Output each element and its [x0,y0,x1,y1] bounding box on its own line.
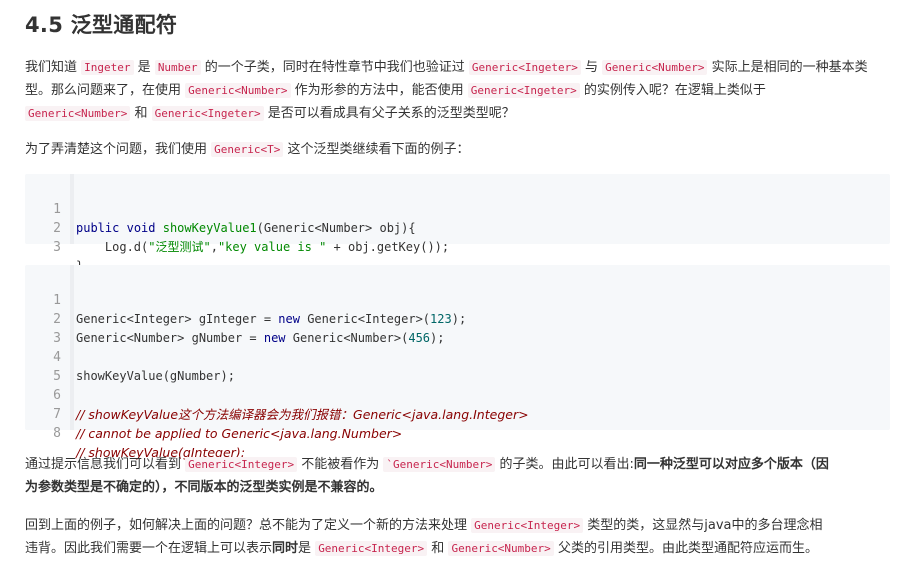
code-text: , [210,240,218,254]
code-line: 8 // showKeyValue(gInteger); [25,405,890,460]
inline-code: Generic<Ingeter> [468,60,581,75]
inline-code: Generic<T> [211,142,284,157]
text: 和 [431,541,445,556]
code-block-2: 1 Generic<Integer> gInteger = new Generi… [25,265,890,460]
code-line: 1 public void showKeyValue1(Generic<Numb… [25,181,890,235]
inline-code: Generic<Integer> [471,518,584,533]
explanation-paragraph: 通过提示信息我们可以看到 Generic<Integer> 不能被看作为 `Ge… [25,453,887,499]
bold-text: 为参数类型是不确定的），不同版本的泛型类实例是不兼容的。 [25,480,383,495]
code-line: 5 [25,348,890,384]
code-block-1: 1 public void showKeyValue1(Generic<Numb… [25,174,890,273]
code-text: Log.d( [76,240,149,254]
intro-paragraph: 我们知道 Ingeter 是 Number 的一个子类，同时在特性章节中我们也验… [25,56,887,125]
code-line: 2 Generic<Number> gNumber = new Generic<… [25,291,890,345]
text: 这个泛型类继续看下面的例子： [287,142,470,157]
section-heading: 4.5 泛型通配符 [25,13,178,37]
text: 为了弄清楚这个问题，我们使用 [25,142,208,157]
string-literal: "泛型测试" [148,240,211,254]
bold-text: 同一种泛型可以对应多个版本（因 [633,457,829,472]
text: 的子类。由此可以看出: [499,457,634,472]
code-comment: // cannot be applied to Generic<java.lan… [76,426,403,441]
code-line: 6 // showKeyValue这个方法编译器会为我们报错：Generic<j… [25,367,890,422]
line-number: 8 [53,426,61,441]
article: 4.5 泛型通配符 我们知道 Ingeter 是 Number 的一个子类，同时… [0,0,911,571]
text: 实际上是相同的一种基 [711,60,842,75]
inline-code: Generic<Integer> [185,457,298,472]
inline-code: Ingeter [81,60,134,75]
text: 的实例传入呢？在逻辑上类似于 [583,83,766,98]
text: 违背。因此我们需要一个在逻辑上可以表示 [25,541,273,556]
code-line: 3 } [25,219,890,273]
text: 不能被看作为 [301,457,380,472]
text: 的一个子类，同时在特性章节中我们也验证过 [204,60,465,75]
text: 我们知道 [25,60,78,75]
text: 和 [134,106,148,121]
code-line: 4 showKeyValue(gNumber); [25,329,890,383]
code-line: 1 Generic<Integer> gInteger = new Generi… [25,272,890,326]
text: 是 [298,541,312,556]
inline-code: Generic<Ingeter> [467,83,580,98]
text: 作为形参的方法中，能否使用 [294,83,464,98]
inline-code: Generic<Number> [602,60,708,75]
text: 通过提示信息我们可以看到 [25,457,182,472]
inline-code: Generic<Ingeter> [151,106,264,121]
inline-code: Number [154,60,201,75]
code-line: 3 [25,310,890,346]
text: 与 [584,60,598,75]
inline-code: Generic<Number> [185,83,291,98]
inline-code: Generic<Integer> [315,541,428,556]
code-line: 7 // cannot be applied to Generic<java.l… [25,386,890,441]
code-text: + obj.getKey()); [326,240,450,254]
solution-paragraph: 回到上面的例子，如何解决上面的问题？总不能为了定义一个新的方法来处理 Gener… [25,514,887,560]
text: 父类的引用类型。由此类型通配符应运而生。 [557,541,818,556]
code-line: 2 Log.d("泛型测试","key value is " + obj.get… [25,200,890,254]
line-number: 3 [53,240,61,255]
lead-paragraph: 为了弄清楚这个问题，我们使用 Generic<T> 这个泛型类继续看下面的例子： [25,138,887,161]
text: 类型的类，这显然与java中的多台理念相 [587,518,823,533]
inline-code: Generic<Number> [25,106,131,121]
text: 是否可以看成具有父子关系的泛型类型呢？ [267,106,515,121]
inline-code: Generic<Number> [448,541,554,556]
text: 回到上面的例子，如何解决上面的问题？总不能为了定义一个新的方法来处理 [25,518,468,533]
string-literal: "key value is " [217,240,327,254]
inline-code: `Generic<Number> [383,457,496,472]
text: 是 [137,60,151,75]
bold-text: 同时 [272,541,299,556]
